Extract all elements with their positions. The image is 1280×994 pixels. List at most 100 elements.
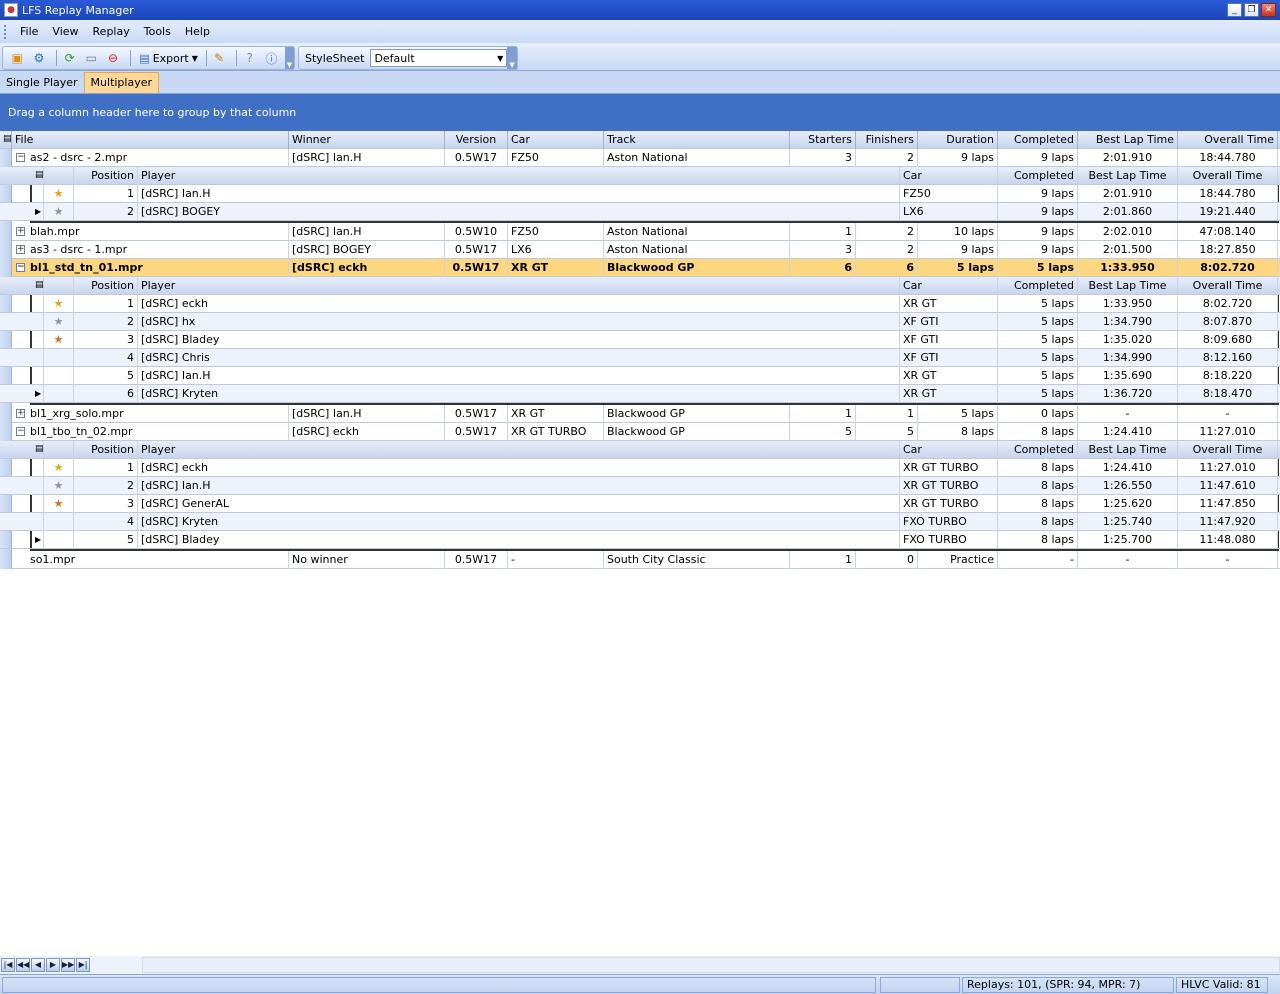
column-header-pos[interactable]: Position [74,277,138,295]
player-row[interactable]: ▶ ★ 2 [dSRC] BOGEY LX6 9 laps 2:01.860 19:21.44… [0,203,1280,221]
column-header-track[interactable]: Track [604,131,790,149]
refresh-icon[interactable]: ⟳ [61,49,78,67]
menu-view[interactable]: View [45,25,85,38]
row-indicator[interactable] [32,459,44,477]
toolbar-overflow-icon[interactable]: ▼ [507,47,517,69]
column-chooser-icon[interactable]: ▤ [0,131,12,149]
column-header-pos[interactable]: Position [74,167,138,185]
row-indicator[interactable] [0,405,12,423]
column-header-overall[interactable]: Overall Time [1178,167,1278,185]
close-button[interactable]: ✕ [1261,3,1276,17]
stylesheet-select[interactable]: Default ▼ [370,49,508,67]
column-header-car[interactable]: Car [508,131,604,149]
row-indicator[interactable] [32,185,44,203]
column-header-file[interactable]: File [12,131,289,149]
last-record-button[interactable]: ▶| [76,958,90,972]
replay-row[interactable]: + as3 - dsrc - 1.mpr [dSRC] BOGEY 0.5W17 LX6… [0,241,1280,259]
collapse-icon[interactable]: − [16,153,25,162]
row-indicator[interactable] [0,223,12,241]
menu-replay[interactable]: Replay [86,25,137,38]
horizontal-scrollbar[interactable] [142,957,1280,973]
prev-page-button[interactable]: ◀◀ [16,958,30,972]
player-row[interactable]: 4 [dSRC] Kryten FXO TURBO 8 laps 1:25.740 11:… [0,513,1280,531]
column-header-winner[interactable]: Winner [289,131,445,149]
column-header-car[interactable]: Car [900,277,998,295]
column-header-version[interactable]: Version [445,131,508,149]
row-indicator[interactable] [32,477,44,495]
column-header-car[interactable]: Car [900,167,998,185]
wrench-icon[interactable]: ✎ [211,49,228,67]
player-row[interactable]: 4 [dSRC] Chris XF GTI 5 laps 1:34.990 8:12.16… [0,349,1280,367]
options-gear-icon[interactable]: ⚙ [31,49,48,67]
replay-row[interactable]: − bl1_tbo_tn_02.mpr [dSRC] eckh 0.5W17 XR GT… [0,423,1280,441]
player-row[interactable]: ★ 3 [dSRC] GenerAL XR GT TURBO 8 laps 1:25.62… [0,495,1280,513]
row-indicator[interactable] [32,513,44,531]
column-header-car[interactable]: Car [900,441,998,459]
first-record-button[interactable]: |◀ [1,958,15,972]
player-row[interactable]: ★ 1 [dSRC] eckh XR GT 5 laps 1:33.950 8:02.720 [0,295,1280,313]
info-icon[interactable]: ⓘ [263,49,280,67]
column-header-duration[interactable]: Duration [918,131,998,149]
player-row[interactable]: ▶ 6 [dSRC] Kryten XR GT 5 laps 1:36.720 8:18.4… [0,385,1280,403]
collapse-icon[interactable]: − [16,263,25,272]
column-header-completed[interactable]: Completed [998,277,1078,295]
column-header-overall[interactable]: Overall Time [1178,277,1278,295]
column-header-overall[interactable]: Overall Time [1178,131,1278,149]
replay-row[interactable]: − as2 - dsrc - 2.mpr [dSRC] Ian.H 0.5W17 FZ5… [0,149,1280,167]
column-header-player[interactable]: Player [138,167,900,185]
column-header-completed[interactable]: Completed [998,131,1078,149]
export-button[interactable]: ▤ Export ▼ [135,52,202,65]
row-indicator[interactable] [0,241,12,259]
menu-file[interactable]: File [13,25,45,38]
row-indicator[interactable] [0,259,12,277]
player-row[interactable]: ★ 2 [dSRC] hx XF GTI 5 laps 1:34.790 8:07.870 [0,313,1280,331]
row-indicator[interactable] [0,423,12,441]
connect-icon[interactable]: ▭ [83,49,100,67]
player-row[interactable]: ▶ 5 [dSRC] Bladey FXO TURBO 8 laps 1:25.700 11… [0,531,1280,549]
group-by-panel[interactable]: Drag a column header here to group by th… [0,94,1280,131]
replay-row[interactable]: + bl1_xrg_solo.mpr [dSRC] Ian.H 0.5W17 XR GT… [0,405,1280,423]
tab-multiplayer[interactable]: Multiplayer [83,72,160,93]
prev-record-button[interactable]: ◀ [31,958,45,972]
row-indicator[interactable] [32,367,44,385]
toolbar-overflow-icon[interactable]: ▼ [284,47,295,69]
row-indicator[interactable] [32,295,44,313]
row-indicator[interactable] [32,495,44,513]
column-header-starters[interactable]: Starters [790,131,856,149]
row-indicator[interactable] [32,349,44,367]
row-indicator[interactable]: ▶ [32,385,44,403]
row-indicator[interactable] [0,149,12,167]
player-row[interactable]: ★ 2 [dSRC] Ian.H XR GT TURBO 8 laps 1:26.550 1… [0,477,1280,495]
row-indicator[interactable]: ▶ [32,203,44,221]
row-indicator[interactable] [32,331,44,349]
expand-icon[interactable]: + [16,409,25,418]
new-replay-icon[interactable]: ▣ [9,49,26,67]
menu-tools[interactable]: Tools [137,25,178,38]
stop-icon[interactable]: ⊖ [105,49,122,67]
column-header-player[interactable]: Player [138,277,900,295]
column-header-pos[interactable]: Position [74,441,138,459]
tab-single-player[interactable]: Single Player [0,73,84,93]
column-header-best[interactable]: Best Lap Time [1078,441,1178,459]
row-indicator[interactable] [0,551,12,569]
row-indicator[interactable]: ▶ [32,531,44,549]
player-row[interactable]: ★ 3 [dSRC] Bladey XF GTI 5 laps 1:35.020 8:09.… [0,331,1280,349]
replay-row[interactable]: + blah.mpr [dSRC] Ian.H 0.5W10 FZ50 Aston Nat… [0,223,1280,241]
row-indicator[interactable] [32,313,44,331]
player-row[interactable]: 5 [dSRC] Ian.H XR GT 5 laps 1:35.690 8:18.220 [0,367,1280,385]
column-header-player[interactable]: Player [138,441,900,459]
column-header-best[interactable]: Best Lap Time [1078,277,1178,295]
maximize-button[interactable]: ❐ [1244,3,1259,17]
player-row[interactable]: ★ 1 [dSRC] eckh XR GT TURBO 8 laps 1:24.410 11… [0,459,1280,477]
next-record-button[interactable]: ▶ [46,958,60,972]
collapse-icon[interactable]: − [16,427,25,436]
column-chooser-icon[interactable]: ▤ [32,167,44,185]
player-row[interactable]: ★ 1 [dSRC] Ian.H FZ50 9 laps 2:01.910 18:44.78… [0,185,1280,203]
column-header-best[interactable]: Best Lap Time [1078,131,1178,149]
column-header-overall[interactable]: Overall Time [1178,441,1278,459]
expand-icon[interactable]: + [16,227,25,236]
column-header-finishers[interactable]: Finishers [856,131,918,149]
next-page-button[interactable]: ▶▶ [61,958,75,972]
help-icon[interactable]: ? [241,49,258,67]
column-header-completed[interactable]: Completed [998,167,1078,185]
